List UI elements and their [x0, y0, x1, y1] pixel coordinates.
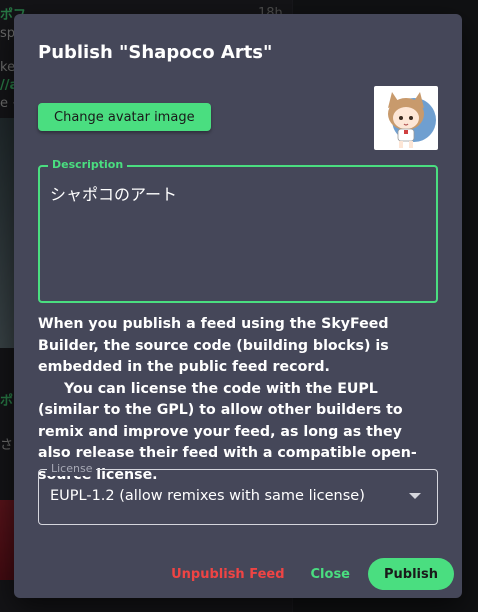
license-select[interactable]: License EUPL-1.2 (allow remixes with sam…: [38, 462, 438, 525]
license-label: License: [47, 462, 97, 476]
unpublish-feed-button[interactable]: Unpublish Feed: [161, 561, 294, 588]
description-label: Description: [48, 158, 128, 172]
publish-feed-dialog: Publish "Shapoco Arts" Change avatar ima…: [14, 14, 462, 598]
change-avatar-button[interactable]: Change avatar image: [38, 103, 211, 131]
close-button[interactable]: Close: [301, 561, 360, 588]
info-paragraph: When you publish a feed using the SkyFee…: [38, 316, 389, 375]
description-field[interactable]: Description シャポコのアート: [38, 158, 438, 303]
dialog-actions: Unpublish Feed Close Publish: [155, 558, 454, 590]
avatar: [374, 86, 438, 150]
dialog-title: Publish "Shapoco Arts": [38, 42, 273, 63]
cat-girl-avatar-icon: [388, 92, 436, 148]
license-info-text: When you publish a feed using the SkyFee…: [38, 314, 438, 486]
publish-button[interactable]: Publish: [368, 558, 454, 590]
description-input[interactable]: シャポコのアート: [50, 181, 177, 205]
chevron-down-icon[interactable]: [409, 493, 421, 499]
license-selected-value: EUPL-1.2 (allow remixes with same licens…: [50, 488, 365, 504]
